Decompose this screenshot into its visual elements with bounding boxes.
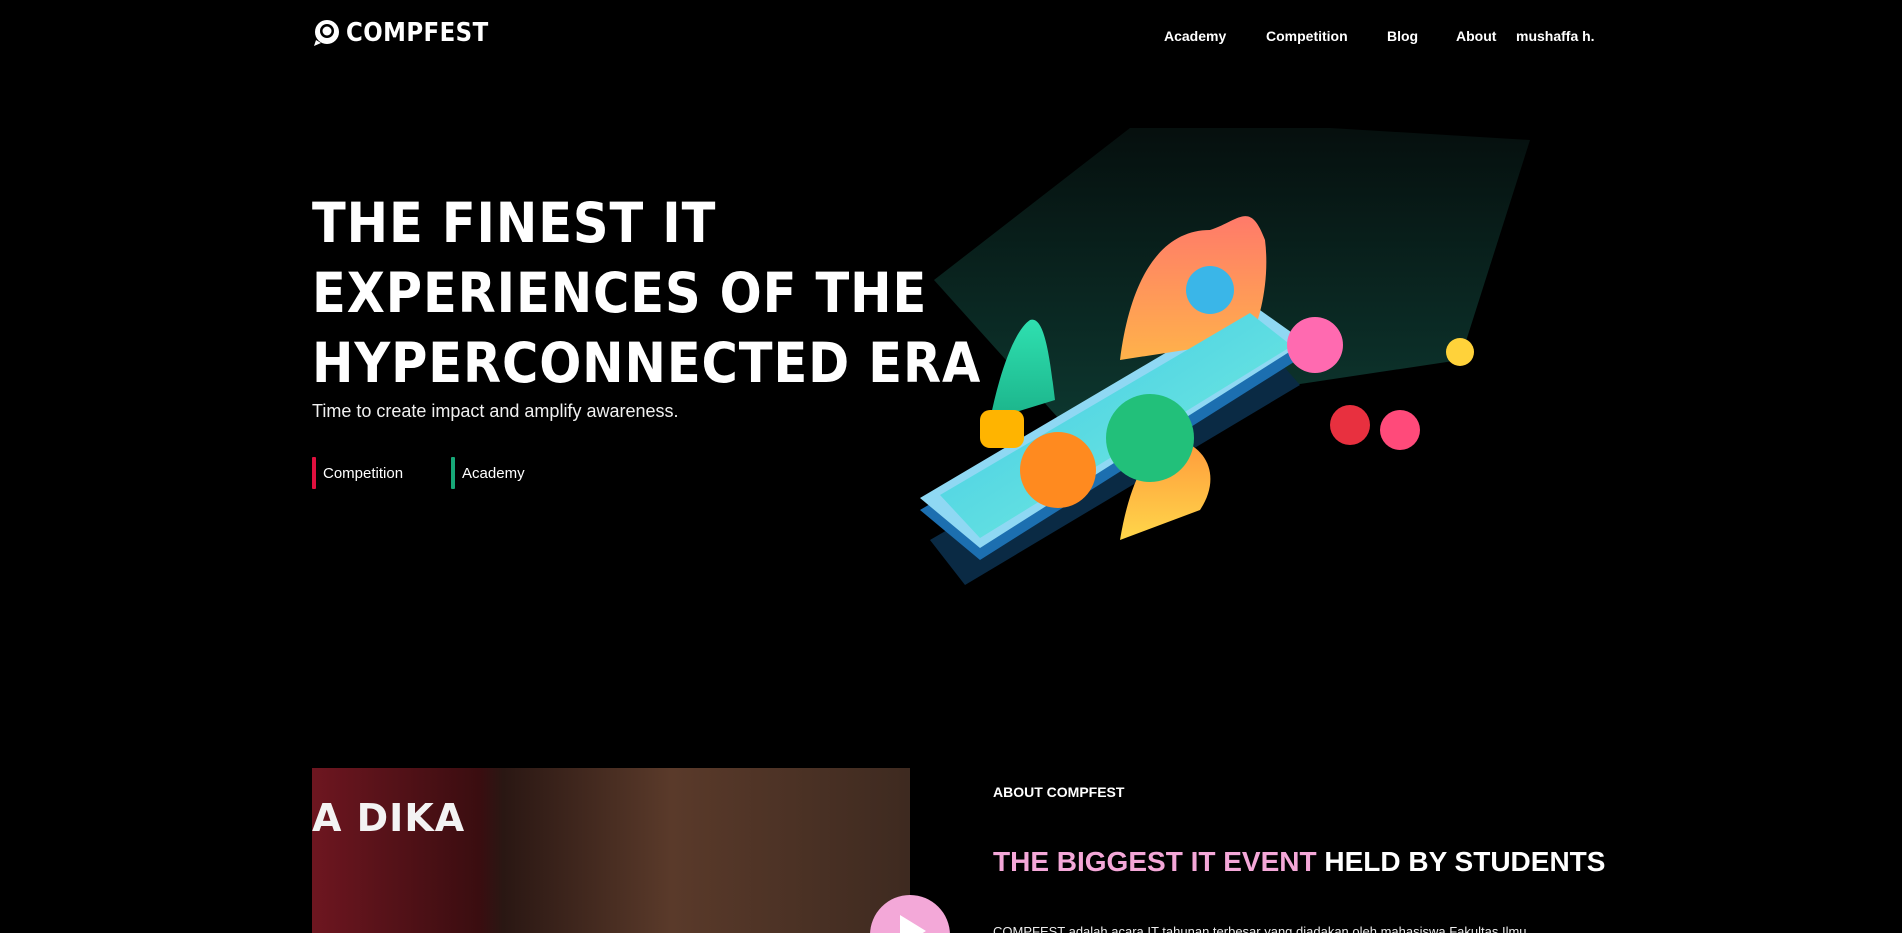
hero-title: THE FINEST IT EXPERIENCES OF THE HYPERCO… [312, 188, 982, 398]
about-body-text: COMPFEST adalah acara IT tahunan terbesa… [993, 924, 1527, 933]
hero-link-label: Academy [462, 464, 525, 482]
compfest-logo-icon [314, 20, 339, 46]
about-title-rest: HELD BY STUDENTS [1324, 846, 1606, 877]
about-video-thumbnail[interactable]: A DIKA [312, 768, 910, 933]
hero-title-line: EXPERIENCES OF THE [312, 261, 928, 325]
hero-link-academy[interactable]: Academy [451, 457, 525, 489]
nav-link-competition[interactable]: Competition [1266, 28, 1348, 44]
nav-link-about[interactable]: About [1456, 28, 1496, 44]
hero-link-competition[interactable]: Competition [312, 457, 403, 489]
competition-accent-bar [312, 457, 316, 489]
hero-phone-illustration [920, 128, 1530, 585]
navbar: COMPFEST Academy Competition Blog About … [0, 0, 1902, 72]
about-title: THE BIGGEST IT EVENT HELD BY STUDENTS [993, 846, 1605, 878]
hero-title-line: HYPERCONNECTED ERA [312, 331, 982, 395]
nav-link-academy[interactable]: Academy [1164, 28, 1226, 44]
user-menu[interactable]: mushaffa h. [1516, 28, 1595, 44]
hero-title-line: THE FINEST IT [312, 191, 717, 255]
brand-name: COMPFEST [346, 18, 489, 48]
hero-link-label: Competition [323, 464, 404, 482]
page: COMPFEST Academy Competition Blog About … [0, 0, 1902, 933]
hero-links: Competition Academy [312, 457, 525, 489]
academy-accent-bar [451, 457, 456, 489]
video-caption: A DIKA [312, 796, 466, 840]
about-eyebrow: ABOUT COMPFEST [993, 784, 1125, 800]
hero-subtitle: Time to create impact and amplify awaren… [312, 401, 679, 421]
brand-logo[interactable]: COMPFEST [312, 18, 508, 48]
nav-link-blog[interactable]: Blog [1387, 28, 1418, 44]
about-title-highlight: THE BIGGEST IT EVENT [993, 846, 1317, 877]
